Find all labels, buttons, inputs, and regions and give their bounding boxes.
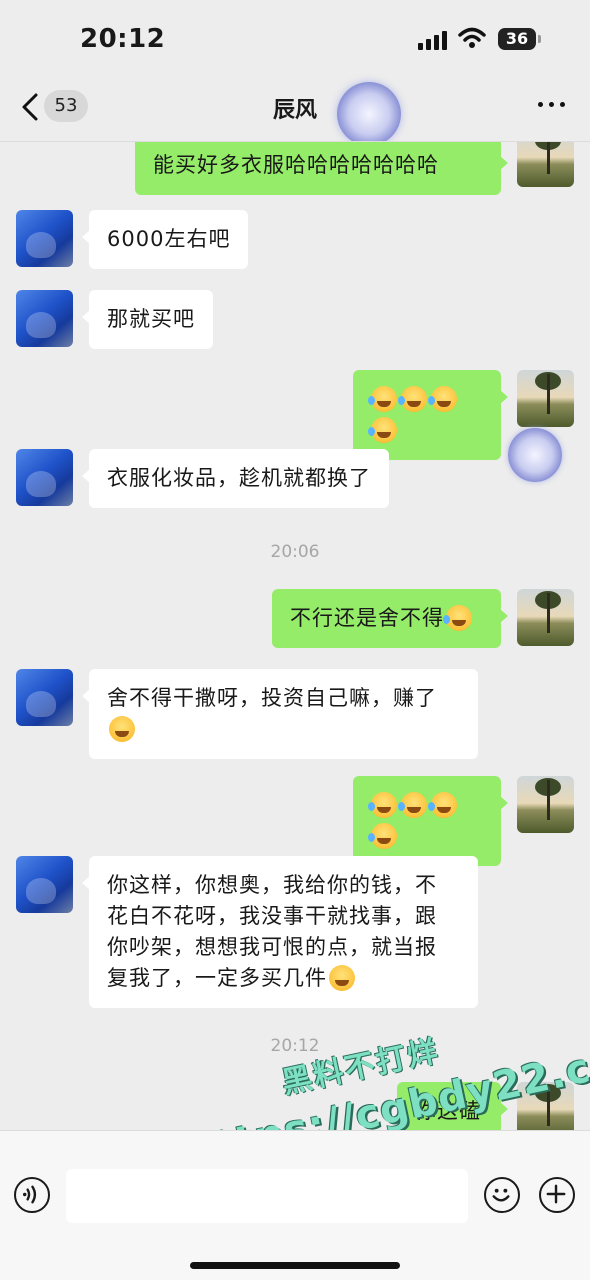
message-bubble-sent[interactable] [353,370,508,460]
message-text-line: 你这样，你想奥，我给你的钱，不 [107,873,437,897]
message-bubble-received[interactable]: 那就买吧 [82,290,213,349]
friend-avatar[interactable] [16,669,73,726]
message-bubble-received[interactable]: 你这样，你想奥，我给你的钱，不 花白不花呀，我没事干就找事，跟 你吵架，想想我可… [82,856,478,1008]
rofl-emoji-icon [368,823,397,849]
message-list[interactable]: 能买好多衣服哈哈哈哈哈哈哈 6000左右吧 那就买吧 衣服化妆品，趁机就都换了 … [0,142,590,1130]
rofl-emoji-icon [398,386,427,412]
rofl-emoji-icon [368,792,397,818]
rofl-emoji-icon [428,386,457,412]
wifi-icon [458,27,486,48]
rofl-emoji-icon [368,386,397,412]
voice-icon[interactable] [14,1177,50,1213]
self-avatar[interactable] [517,589,574,646]
rofl-emoji-icon [368,417,397,443]
friend-avatar[interactable] [16,449,73,506]
self-avatar[interactable] [517,142,574,187]
message-input[interactable] [66,1169,468,1223]
message-timestamp: 20:12 [270,1036,320,1056]
contact-name-title: 辰风 [272,98,317,123]
message-bubble-sent[interactable]: 能买好多衣服哈哈哈哈哈哈哈 [135,142,508,195]
battery-tip [538,35,541,43]
contact-avatar[interactable] [337,82,401,146]
message-bubble-sent[interactable]: 不行还是舍不得 [272,589,508,648]
message-text: 那就买吧 [107,307,195,331]
message-text: 6000左右吧 [107,227,231,251]
message-text: 衣服化妆品，趁机就都换了 [107,466,371,490]
smirk-emoji-icon [109,716,135,742]
friend-avatar[interactable] [16,290,73,347]
floating-contact-avatar[interactable] [508,428,562,482]
self-avatar[interactable] [517,370,574,427]
rofl-emoji-icon [428,792,457,818]
input-bar [0,1130,590,1280]
message-text-line: 花白不花呀，我没事干就找事，跟 [107,904,437,928]
smirk-emoji-icon [329,965,355,991]
message-text-line: 复我了，一定多买几件 [107,966,327,990]
message-text: 舍不得干撒呀，投资自己嘛，赚了 [107,686,437,710]
emoji-icon[interactable] [484,1177,520,1213]
nav-bar: 53 辰风 [0,80,590,146]
message-text: 能买好多衣服哈哈哈哈哈哈哈 [153,153,439,177]
plus-icon[interactable] [539,1177,575,1213]
home-indicator [190,1262,400,1269]
message-text: 不行还是舍不得 [290,606,444,630]
rofl-emoji-icon [443,605,472,631]
more-icon[interactable] [538,102,566,110]
message-timestamp: 20:06 [270,542,320,562]
friend-avatar[interactable] [16,210,73,267]
message-bubble-received[interactable]: 衣服化妆品，趁机就都换了 [82,449,389,508]
message-bubble-received[interactable]: 6000左右吧 [81,210,249,269]
message-bubble-sent[interactable] [353,776,508,866]
chat-screen: 20:12 36 53 辰风 能买好多衣服哈哈哈哈哈哈哈 6000左右吧 那就买… [0,0,590,1280]
friend-avatar[interactable] [16,856,73,913]
signal-icon [418,30,448,50]
rofl-emoji-icon [398,792,427,818]
self-avatar[interactable] [517,776,574,833]
status-time: 20:12 [80,24,166,54]
status-bar: 20:12 36 [0,0,590,80]
message-bubble-received[interactable]: 舍不得干撒呀，投资自己嘛，赚了 [82,669,478,759]
battery-icon: 36 [498,28,536,50]
message-text-line: 你吵架，想想我可恨的点，就当报 [107,935,437,959]
